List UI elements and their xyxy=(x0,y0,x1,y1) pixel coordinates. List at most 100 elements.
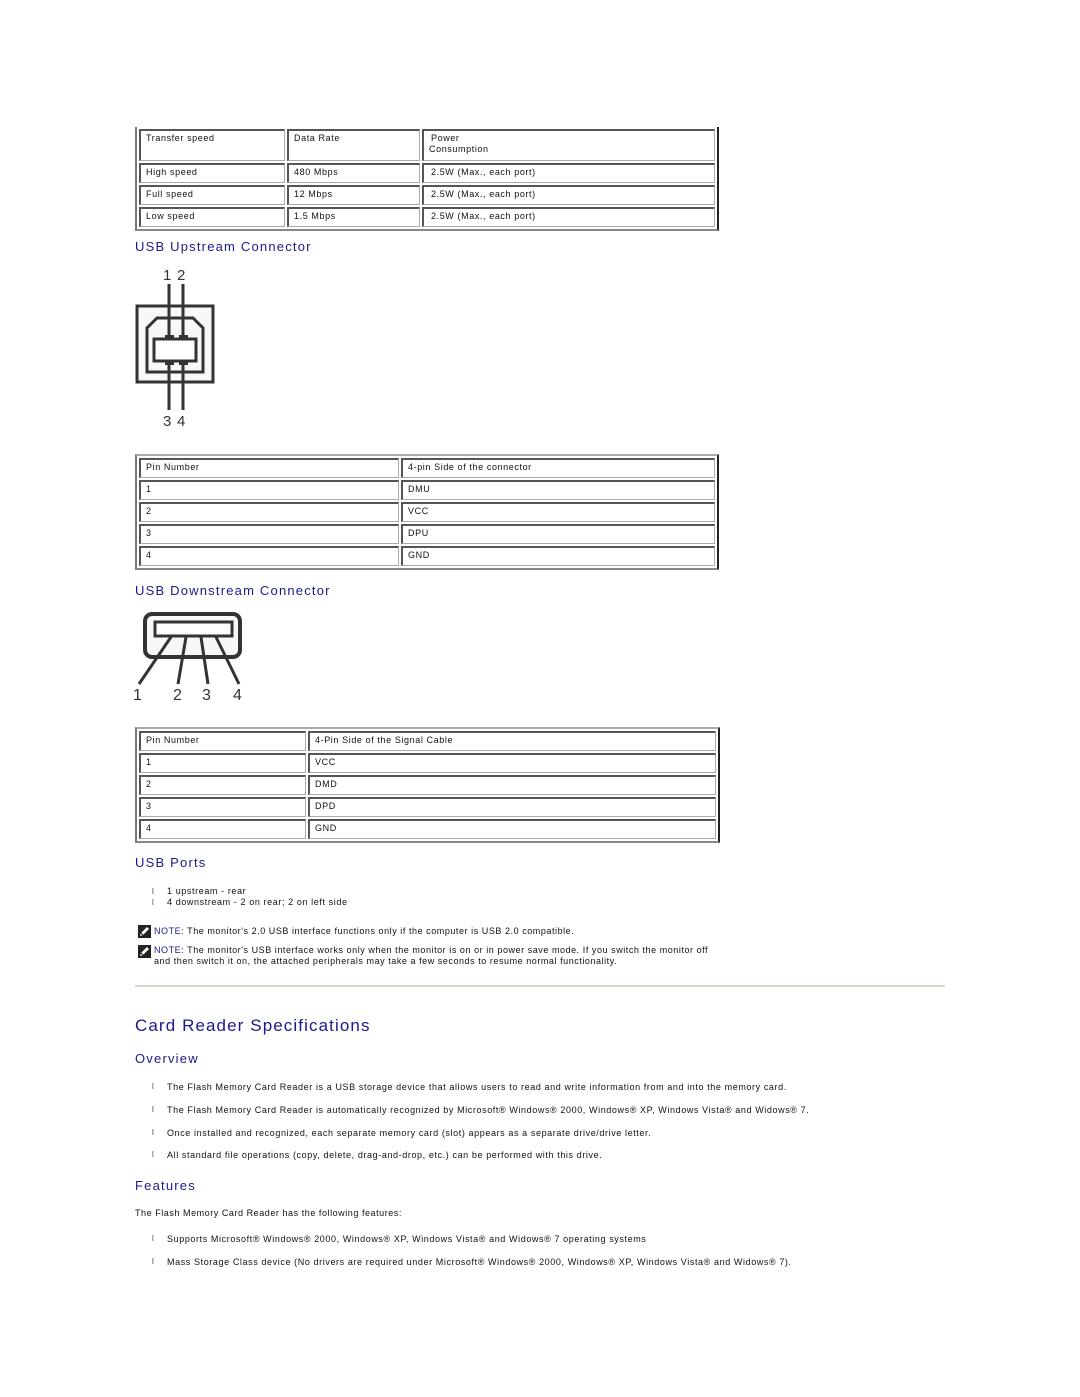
table-header-cell: Pin Number xyxy=(139,731,306,751)
table-cell: DPU xyxy=(401,524,715,544)
table-header-row: Pin Number 4-Pin Side of the Signal Cabl… xyxy=(139,731,716,751)
pin-label: 3 xyxy=(163,413,171,430)
pin-label: 3 xyxy=(202,687,211,702)
table-cell: 2 xyxy=(139,775,306,795)
usb-downstream-connector-diagram: 1 2 3 4 xyxy=(133,612,242,702)
table-cell: 12 Mbps xyxy=(287,185,420,205)
list-item: l The Flash Memory Card Reader is automa… xyxy=(135,1105,935,1128)
table-row: 4 GND xyxy=(139,546,715,566)
pin-label: 2 xyxy=(173,687,182,702)
section-separator xyxy=(135,985,945,987)
note-label: NOTE: xyxy=(154,926,185,936)
header-power-line2: Consumption xyxy=(429,144,489,154)
bullet-icon: l xyxy=(152,1082,155,1091)
table-cell: DPD xyxy=(308,797,716,817)
page-title-card-reader: Card Reader Specifications xyxy=(135,1016,371,1035)
table-cell: 480 Mbps xyxy=(287,163,420,183)
list-item-text: 4 downstream - 2 on rear; 2 on left side xyxy=(167,897,348,907)
table-header-cell: Power Consumption xyxy=(422,129,715,161)
note-text: The monitor's USB interface works only w… xyxy=(154,945,709,966)
table-cell: GND xyxy=(308,819,716,839)
table-row: 2 VCC xyxy=(139,502,715,522)
features-list: l Supports Microsoft® Windows® 2000, Win… xyxy=(135,1234,935,1280)
table-header-cell: 4-pin Side of the connector xyxy=(401,458,715,478)
list-item: l Supports Microsoft® Windows® 2000, Win… xyxy=(135,1234,935,1257)
table-header-row: Pin Number 4-pin Side of the connector xyxy=(139,458,715,478)
note-text: The monitor's 2.0 USB interface function… xyxy=(184,926,575,936)
connector-tongue xyxy=(153,620,234,638)
table-header-row: Transfer speed Data Rate Power Consumpti… xyxy=(139,129,715,161)
table-cell: Low speed xyxy=(139,207,285,227)
pin-label: 2 xyxy=(177,267,185,284)
section-heading-usb-ports: USB Ports xyxy=(135,855,207,870)
pin-label: 4 xyxy=(233,687,242,702)
list-item: l 4 downstream - 2 on rear; 2 on left si… xyxy=(135,897,348,908)
table-header-cell: 4-Pin Side of the Signal Cable xyxy=(308,731,716,751)
table-cell: Full speed xyxy=(139,185,285,205)
usb-upstream-connector-diagram: 1 2 3 4 xyxy=(135,267,215,430)
table-cell: DMU xyxy=(401,480,715,500)
section-heading-overview: Overview xyxy=(135,1051,199,1066)
note-pencil-icon xyxy=(138,925,151,938)
usb-upstream-pin-table: Pin Number 4-pin Side of the connector 1… xyxy=(135,454,719,570)
list-item: l All standard file operations (copy, de… xyxy=(135,1150,935,1172)
bullet-icon: l xyxy=(152,1257,155,1266)
table-cell: 1.5 Mbps xyxy=(287,207,420,227)
table-row: 4 GND xyxy=(139,819,716,839)
list-item: l Mass Storage Class device (No drivers … xyxy=(135,1257,935,1280)
table-cell: 2.5W (Max., each port) xyxy=(422,185,715,205)
list-item-text: The Flash Memory Card Reader is a USB st… xyxy=(167,1082,787,1092)
bullet-icon: l xyxy=(152,1105,155,1114)
pin-label: 1 xyxy=(133,687,142,702)
pin-label: 4 xyxy=(177,413,185,430)
table-cell: 4 xyxy=(139,819,306,839)
list-item-text: Mass Storage Class device (No drivers ar… xyxy=(167,1257,792,1267)
note: NOTE: The monitor's USB interface works … xyxy=(154,945,714,967)
table-header-cell: Pin Number xyxy=(139,458,399,478)
table-cell: 2.5W (Max., each port) xyxy=(422,207,715,227)
list-item-text: 1 upstream - rear xyxy=(167,886,247,896)
table-cell: 3 xyxy=(139,524,399,544)
table-cell: 1 xyxy=(139,480,399,500)
section-heading-usb-upstream: USB Upstream Connector xyxy=(135,239,312,254)
table-row: 3 DPD xyxy=(139,797,716,817)
table-cell: VCC xyxy=(401,502,715,522)
overview-list: l The Flash Memory Card Reader is a USB … xyxy=(135,1082,935,1172)
note: NOTE: The monitor's 2.0 USB interface fu… xyxy=(154,926,724,937)
list-item: l Once installed and recognized, each se… xyxy=(135,1128,935,1150)
bullet-icon: l xyxy=(152,1128,155,1137)
note-pencil-icon xyxy=(138,945,151,958)
table-row: 2 DMD xyxy=(139,775,716,795)
section-heading-features: Features xyxy=(135,1178,196,1193)
table-cell: High speed xyxy=(139,163,285,183)
table-cell: DMD xyxy=(308,775,716,795)
bullet-icon: l xyxy=(152,1150,155,1159)
header-power-line1: Power xyxy=(431,133,460,143)
bullet-icon: l xyxy=(152,887,155,896)
usb-ports-list: l 1 upstream - rear l 4 downstream - 2 o… xyxy=(135,886,348,908)
list-item-text: All standard file operations (copy, dele… xyxy=(167,1150,603,1160)
table-cell: 3 xyxy=(139,797,306,817)
features-intro: The Flash Memory Card Reader has the fol… xyxy=(135,1208,402,1218)
list-item: l 1 upstream - rear xyxy=(135,886,348,897)
list-item-text: Supports Microsoft® Windows® 2000, Windo… xyxy=(167,1234,647,1244)
usb-power-table: Transfer speed Data Rate Power Consumpti… xyxy=(135,127,719,231)
pin-label: 1 xyxy=(163,267,171,284)
section-heading-usb-downstream: USB Downstream Connector xyxy=(135,583,331,598)
table-cell: GND xyxy=(401,546,715,566)
list-item-text: Once installed and recognized, each sepa… xyxy=(167,1128,652,1138)
table-row: Low speed 1.5 Mbps 2.5W (Max., each port… xyxy=(139,207,715,227)
table-cell: VCC xyxy=(308,753,716,773)
table-header-cell: Data Rate xyxy=(287,129,420,161)
connector-tongue xyxy=(152,337,198,363)
list-item: l The Flash Memory Card Reader is a USB … xyxy=(135,1082,935,1105)
bullet-icon: l xyxy=(152,898,155,907)
table-row: 1 DMU xyxy=(139,480,715,500)
table-row: Full speed 12 Mbps 2.5W (Max., each port… xyxy=(139,185,715,205)
list-item-text: The Flash Memory Card Reader is automati… xyxy=(167,1105,810,1115)
note-label: NOTE: xyxy=(154,945,185,955)
bullet-icon: l xyxy=(152,1234,155,1243)
table-cell: 4 xyxy=(139,546,399,566)
table-cell: 2.5W (Max., each port) xyxy=(422,163,715,183)
table-cell: 2 xyxy=(139,502,399,522)
